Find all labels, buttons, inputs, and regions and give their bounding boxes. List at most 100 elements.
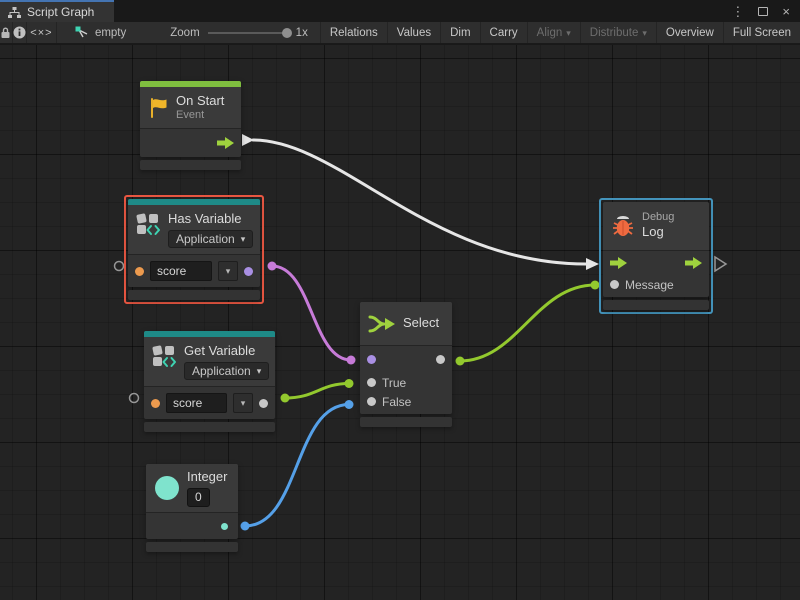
graph-icon bbox=[8, 7, 21, 18]
variable-scope-dropdown[interactable]: Application ▾ bbox=[184, 362, 269, 380]
code-brackets-icon: <×> bbox=[30, 27, 52, 39]
dim-button[interactable]: Dim bbox=[441, 22, 480, 43]
info-icon bbox=[13, 26, 26, 39]
variables-icon bbox=[136, 212, 161, 236]
node-integer[interactable]: Integer 0 bbox=[146, 464, 238, 552]
connection-cursor-icon bbox=[75, 26, 90, 39]
true-input-port[interactable] bbox=[367, 378, 376, 387]
node-title: Select bbox=[403, 315, 439, 331]
node-title: Get Variable bbox=[184, 343, 267, 359]
wire-cap bbox=[347, 356, 356, 365]
flag-icon bbox=[148, 97, 169, 119]
bug-icon bbox=[611, 215, 635, 238]
node-on-start[interactable]: On Start Event bbox=[140, 81, 241, 170]
zoom-control: Zoom 1x bbox=[140, 22, 321, 43]
node-debug-log[interactable]: Debug Log Message bbox=[599, 198, 713, 314]
selection-indicator: empty bbox=[57, 22, 140, 43]
port-label: Message bbox=[625, 278, 674, 292]
port-label: False bbox=[382, 395, 411, 409]
variables-icon bbox=[152, 344, 177, 368]
code-toggle-button[interactable]: <×> bbox=[27, 22, 57, 43]
unconnected-flow-indicator[interactable] bbox=[715, 257, 726, 271]
integer-value-field[interactable]: 0 bbox=[187, 488, 210, 507]
wire-getvariable-to-select-true[interactable] bbox=[285, 384, 349, 399]
info-button[interactable] bbox=[13, 22, 27, 43]
maximize-icon[interactable] bbox=[758, 7, 768, 16]
wire-cap bbox=[268, 262, 277, 271]
zoom-slider-knob[interactable] bbox=[282, 28, 292, 38]
chevron-down-icon: ▾ bbox=[257, 366, 262, 377]
values-button[interactable]: Values bbox=[388, 22, 441, 43]
selection-label: empty bbox=[95, 27, 126, 39]
node-footer bbox=[144, 422, 275, 432]
variable-name-input-port[interactable] bbox=[151, 399, 160, 408]
relations-button[interactable]: Relations bbox=[321, 22, 388, 43]
overflow-menu-icon[interactable]: ⋮ bbox=[731, 5, 744, 18]
node-title: Has Variable bbox=[168, 211, 252, 227]
variable-name-dropdown-button[interactable]: ▾ bbox=[218, 261, 238, 281]
lock-button[interactable] bbox=[0, 22, 13, 43]
fullscreen-button[interactable]: Full Screen bbox=[724, 22, 800, 43]
node-subtitle: Event bbox=[176, 109, 224, 122]
chevron-down-icon: ▾ bbox=[241, 234, 246, 245]
wire-cap bbox=[345, 379, 354, 388]
tab-title: Script Graph bbox=[27, 5, 94, 19]
node-title: On Start bbox=[176, 93, 224, 109]
window-controls: ⋮ × bbox=[731, 0, 800, 22]
chevron-down-icon: ▾ bbox=[566, 28, 571, 39]
false-input-port[interactable] bbox=[367, 397, 376, 406]
merge-icon bbox=[368, 314, 396, 334]
wire-hasvariable-to-select[interactable] bbox=[272, 266, 351, 360]
window-tab-bar: Script Graph ⋮ × bbox=[0, 0, 800, 22]
variable-name-field[interactable]: score bbox=[166, 393, 227, 413]
node-get-variable[interactable]: Get Variable Application ▾ score ▾ bbox=[144, 331, 275, 432]
value-output-port[interactable] bbox=[259, 399, 268, 408]
node-title: Integer bbox=[187, 469, 227, 485]
wire-cap bbox=[456, 357, 465, 366]
zoom-slider[interactable] bbox=[208, 32, 288, 34]
unconnected-port-indicator[interactable] bbox=[115, 262, 124, 271]
wire-onstart-to-log[interactable] bbox=[253, 140, 586, 264]
bool-output-port[interactable] bbox=[244, 267, 253, 276]
node-footer bbox=[140, 160, 241, 170]
port-label: True bbox=[382, 376, 406, 390]
node-has-variable[interactable]: Has Variable Application ▾ score ▾ bbox=[124, 195, 264, 304]
flow-output-port[interactable] bbox=[685, 257, 702, 269]
align-button: Align ▾ bbox=[528, 22, 581, 43]
zoom-label: Zoom bbox=[170, 27, 199, 39]
chevron-down-icon: ▾ bbox=[241, 398, 246, 409]
wire-cap bbox=[281, 394, 290, 403]
zoom-value: 1x bbox=[296, 27, 308, 39]
node-surtitle: Debug bbox=[642, 211, 674, 224]
wire-end-arrow bbox=[586, 258, 599, 270]
message-input-port[interactable] bbox=[610, 280, 619, 289]
node-footer bbox=[146, 542, 238, 552]
chevron-down-icon: ▾ bbox=[226, 266, 231, 277]
node-footer bbox=[360, 417, 452, 427]
variable-name-field[interactable]: score bbox=[150, 261, 212, 281]
node-footer bbox=[128, 290, 260, 300]
flow-input-port[interactable] bbox=[610, 257, 627, 269]
wire-select-to-log-message[interactable] bbox=[460, 285, 595, 361]
selection-output-port[interactable] bbox=[436, 355, 445, 364]
graph-toolbar: <×> empty Zoom 1x Relations Values Dim C… bbox=[0, 22, 800, 44]
condition-input-port[interactable] bbox=[367, 355, 376, 364]
variable-name-dropdown-button[interactable]: ▾ bbox=[233, 393, 253, 413]
carry-button[interactable]: Carry bbox=[481, 22, 528, 43]
node-title: Log bbox=[642, 224, 674, 240]
variable-name-input-port[interactable] bbox=[135, 267, 144, 276]
overview-button[interactable]: Overview bbox=[657, 22, 724, 43]
flow-output-port[interactable] bbox=[217, 137, 234, 149]
tab-script-graph[interactable]: Script Graph bbox=[0, 0, 114, 22]
node-footer bbox=[603, 300, 709, 310]
graph-canvas[interactable]: On Start Event bbox=[0, 45, 800, 600]
integer-circle-icon bbox=[154, 475, 180, 501]
integer-output-port[interactable] bbox=[221, 523, 228, 530]
wire-cap bbox=[345, 400, 354, 409]
unconnected-port-indicator[interactable] bbox=[130, 394, 139, 403]
close-icon[interactable]: × bbox=[782, 5, 790, 18]
distribute-button: Distribute ▾ bbox=[581, 22, 657, 43]
node-select[interactable]: Select True False bbox=[360, 302, 452, 427]
variable-scope-dropdown[interactable]: Application ▾ bbox=[168, 230, 253, 248]
wire-start-arrow bbox=[242, 134, 254, 146]
